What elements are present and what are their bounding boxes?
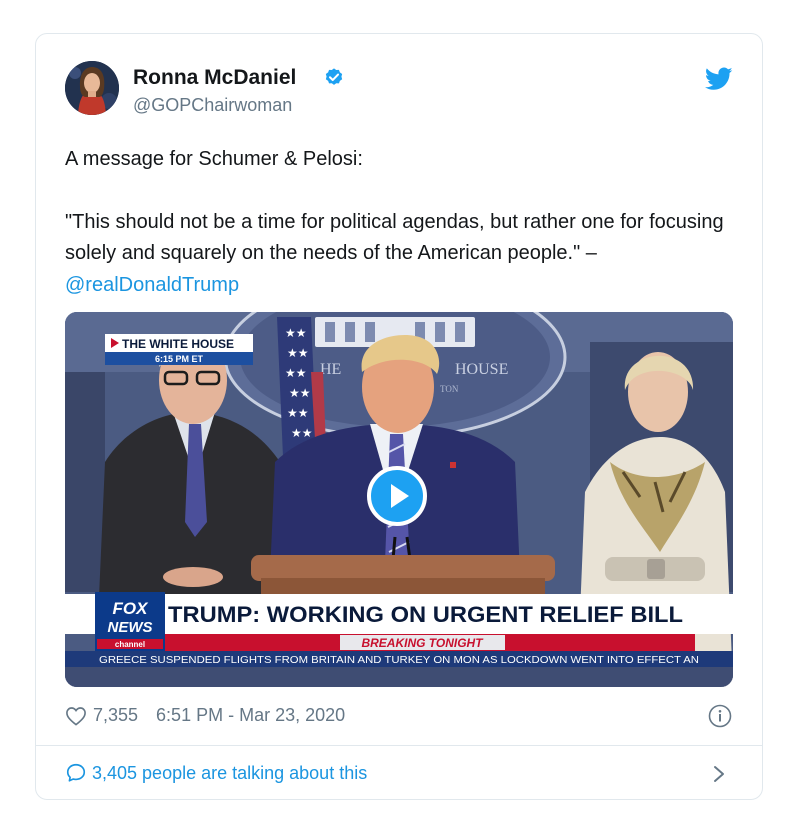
headline: TRUMP: WORKING ON URGENT RELIEF BILL	[168, 602, 683, 627]
tweet-text: A message for Schumer & Pelosi: "This sh…	[65, 144, 745, 301]
tweet-text-intro: A message for Schumer & Pelosi:	[65, 148, 363, 170]
speech-bubble-icon	[66, 763, 86, 782]
svg-text:★★: ★★	[285, 366, 307, 380]
svg-text:★★: ★★	[291, 426, 313, 440]
tweet-text-quote: "This should not be a time for political…	[65, 207, 745, 302]
author-name[interactable]: Ronna McDaniel	[133, 66, 296, 90]
news-ticker: GREECE SUSPENDED FLIGHTS FROM BRITAIN AN…	[99, 655, 699, 666]
seal-text-small: TON	[440, 384, 459, 394]
video-player[interactable]: HE HOUSE TON ★★ ★★ ★★ ★★ ★★ ★★ THE WHITE…	[65, 312, 733, 687]
verified-badge-icon	[325, 68, 343, 85]
network-logo-line3: channel	[115, 640, 145, 649]
conversation-count: 3,405 people are talking about this	[92, 762, 368, 783]
avatar-image	[65, 61, 119, 115]
svg-text:★★: ★★	[287, 406, 309, 420]
author-handle[interactable]: @GOPChairwoman	[133, 95, 292, 116]
like-count[interactable]: 7,355	[93, 705, 138, 726]
quote-text: "This should not be a time for political…	[65, 210, 724, 265]
svg-text:★★: ★★	[285, 326, 307, 340]
seal-text-left: HE	[320, 361, 341, 378]
time-tag: 6:15 PM ET	[155, 354, 204, 364]
tweet-footer: 7,355 6:51 PM - Mar 23, 2020	[65, 705, 345, 726]
tweet-card: Ronna McDaniel @GOPChairwoman A message …	[35, 33, 763, 800]
network-logo-line1: FOX	[113, 599, 150, 618]
avatar[interactable]	[65, 61, 119, 115]
location-tag: THE WHITE HOUSE	[122, 337, 234, 351]
twitter-bird-icon[interactable]	[705, 67, 733, 91]
conversation-link[interactable]: 3,405 people are talking about this	[65, 762, 367, 784]
svg-text:★★: ★★	[289, 386, 311, 400]
network-logo-line2: NEWS	[108, 619, 153, 636]
seal-text-right: HOUSE	[455, 361, 508, 378]
info-icon[interactable]	[708, 704, 732, 728]
breaking-banner: BREAKING TONIGHT	[361, 636, 484, 650]
svg-text:★★: ★★	[287, 346, 309, 360]
chevron-right-icon[interactable]	[712, 764, 726, 784]
divider	[36, 745, 762, 746]
timestamp[interactable]: 6:51 PM - Mar 23, 2020	[156, 705, 345, 726]
heart-icon[interactable]	[65, 706, 87, 726]
play-icon[interactable]	[367, 466, 427, 526]
mention-link[interactable]: @realDonaldTrump	[65, 274, 239, 296]
